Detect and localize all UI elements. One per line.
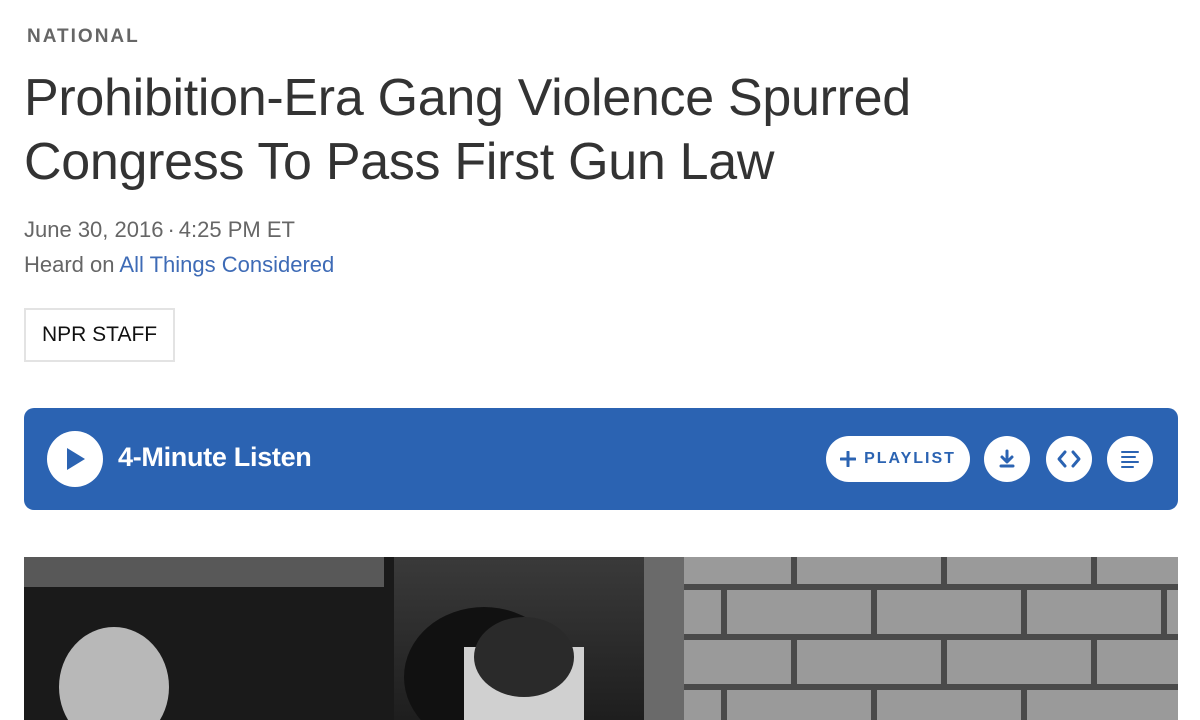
section-label[interactable]: NATIONAL [27,26,140,48]
dateline: June 30, 2016 · 4:25 PM ET [24,217,295,243]
listen-duration-label: 4-Minute Listen [118,442,312,472]
byline-author[interactable]: NPR STAFF [24,308,176,362]
program-link[interactable]: All Things Considered [119,252,334,277]
article-photo[interactable] [24,557,1178,720]
transcript-button[interactable] [1107,436,1153,482]
playlist-label: PLAYLIST [864,450,956,467]
embed-button[interactable] [1046,436,1092,482]
plus-icon [840,451,857,467]
heard-on-prefix: Heard on [24,252,115,277]
heard-on: Heard on All Things Considered [24,252,334,278]
play-button[interactable] [47,431,103,487]
audio-player: 4-Minute Listen PLAYLIST [24,408,1178,510]
archival-photo-image [24,557,1178,720]
article-headline: Prohibition-Era Gang Violence Spurred Co… [24,69,911,191]
publish-time: 4:25 PM ET [178,217,295,242]
dateline-separator: · [167,217,175,242]
publish-date: June 30, 2016 [24,217,164,242]
download-icon [999,449,1015,468]
play-icon [67,448,85,470]
transcript-icon [1121,451,1139,468]
article-page: NATIONAL Prohibition-Era Gang Violence S… [0,0,1200,720]
add-to-playlist-button[interactable]: PLAYLIST [826,436,970,482]
download-button[interactable] [984,436,1030,482]
embed-code-icon [1057,450,1081,468]
